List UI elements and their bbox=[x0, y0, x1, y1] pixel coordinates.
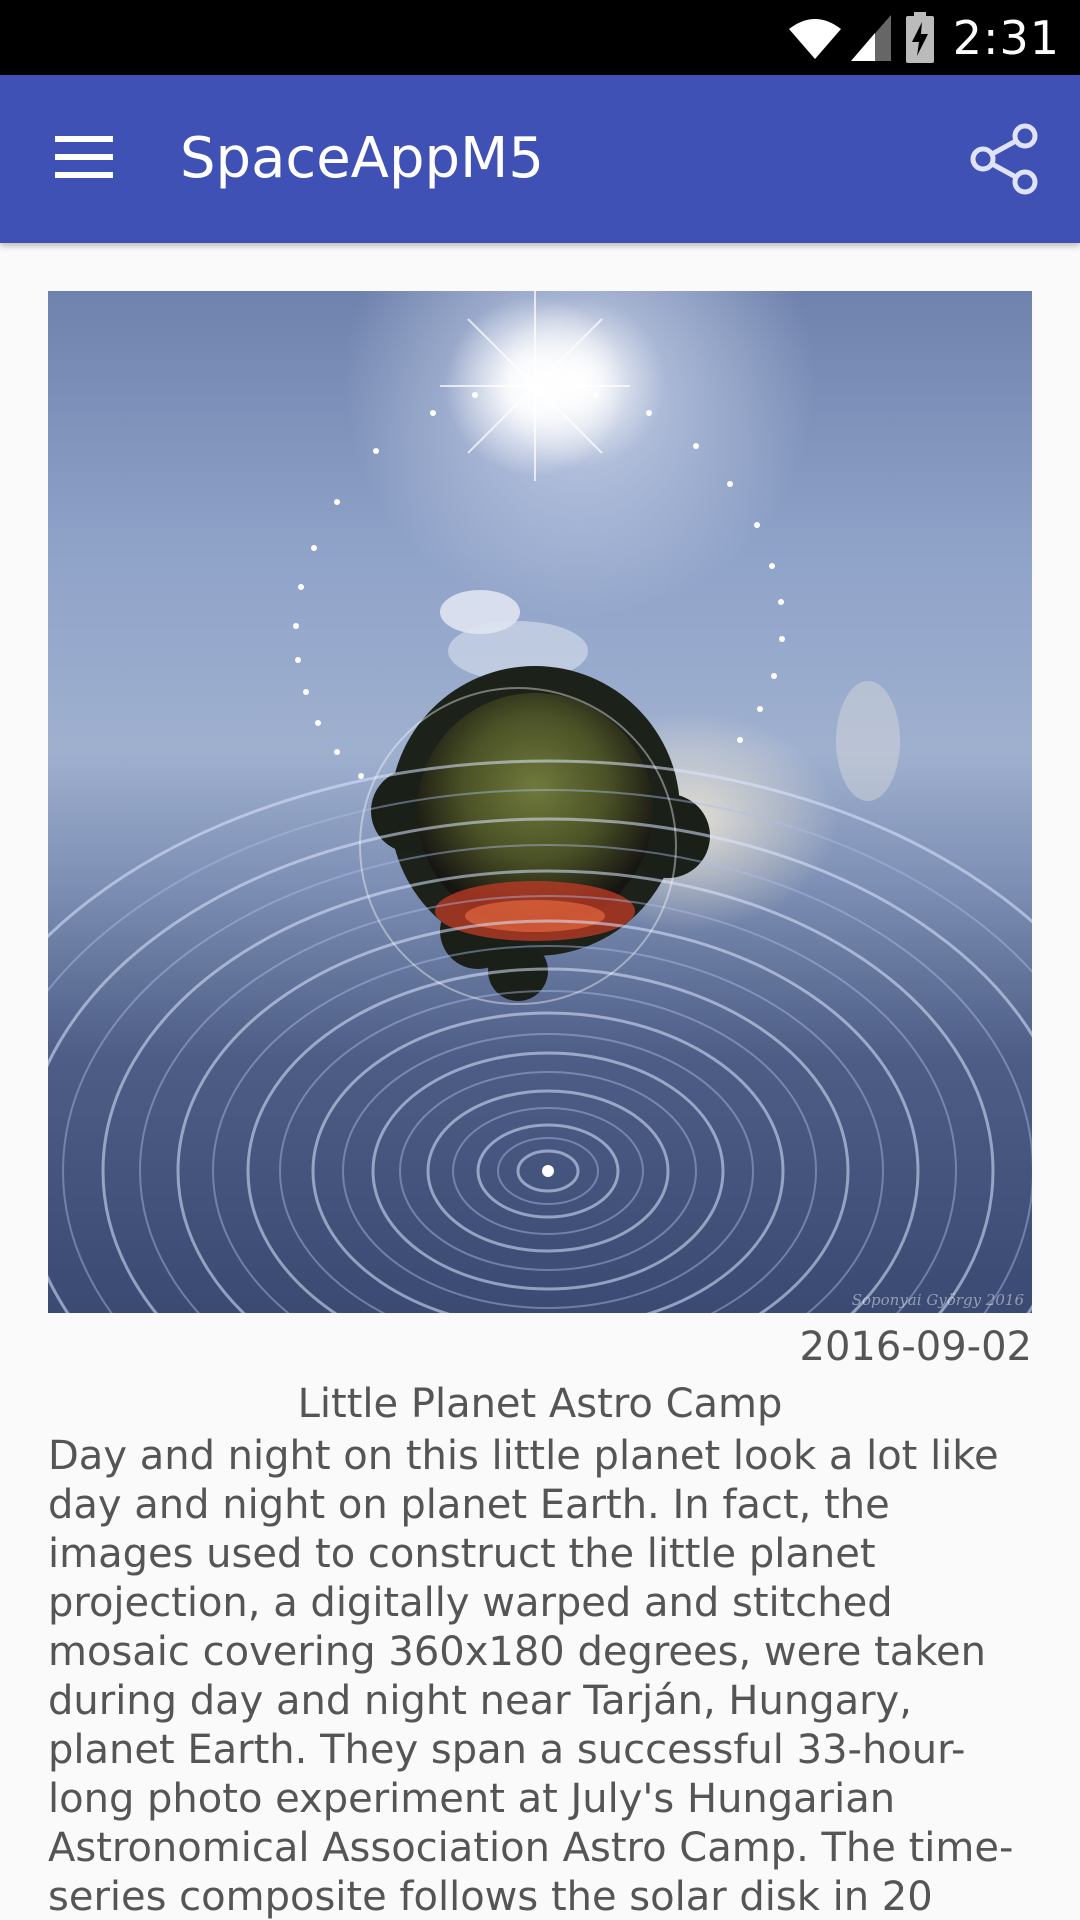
battery-charging-icon bbox=[905, 12, 935, 64]
status-icons: 2:31 bbox=[787, 8, 1060, 68]
image-credit-watermark: Soponyai György 2016 bbox=[851, 1291, 1024, 1309]
app-bar: SpaceAppM5 bbox=[0, 75, 1080, 243]
hamburger-menu-icon bbox=[55, 136, 113, 182]
share-icon bbox=[967, 122, 1041, 200]
apod-explanation: Day and night on this little planet look… bbox=[48, 1433, 1014, 1920]
app-title: SpaceAppM5 bbox=[180, 126, 544, 191]
wifi-icon bbox=[787, 15, 843, 61]
content-scroll[interactable]: Soponyai György 2016 2016-09-02 Little P… bbox=[0, 243, 1080, 1920]
status-time: 2:31 bbox=[952, 11, 1060, 65]
menu-button[interactable] bbox=[40, 122, 128, 196]
little-planet-illustration bbox=[48, 291, 1032, 1313]
share-button[interactable] bbox=[962, 119, 1046, 203]
apod-title: Little Planet Astro Camp bbox=[297, 1381, 783, 1427]
apod-date: 2016-09-02 bbox=[799, 1324, 1032, 1370]
cell-signal-icon bbox=[849, 13, 893, 63]
apod-image[interactable]: Soponyai György 2016 bbox=[48, 291, 1032, 1313]
status-bar: 2:31 bbox=[0, 0, 1080, 75]
